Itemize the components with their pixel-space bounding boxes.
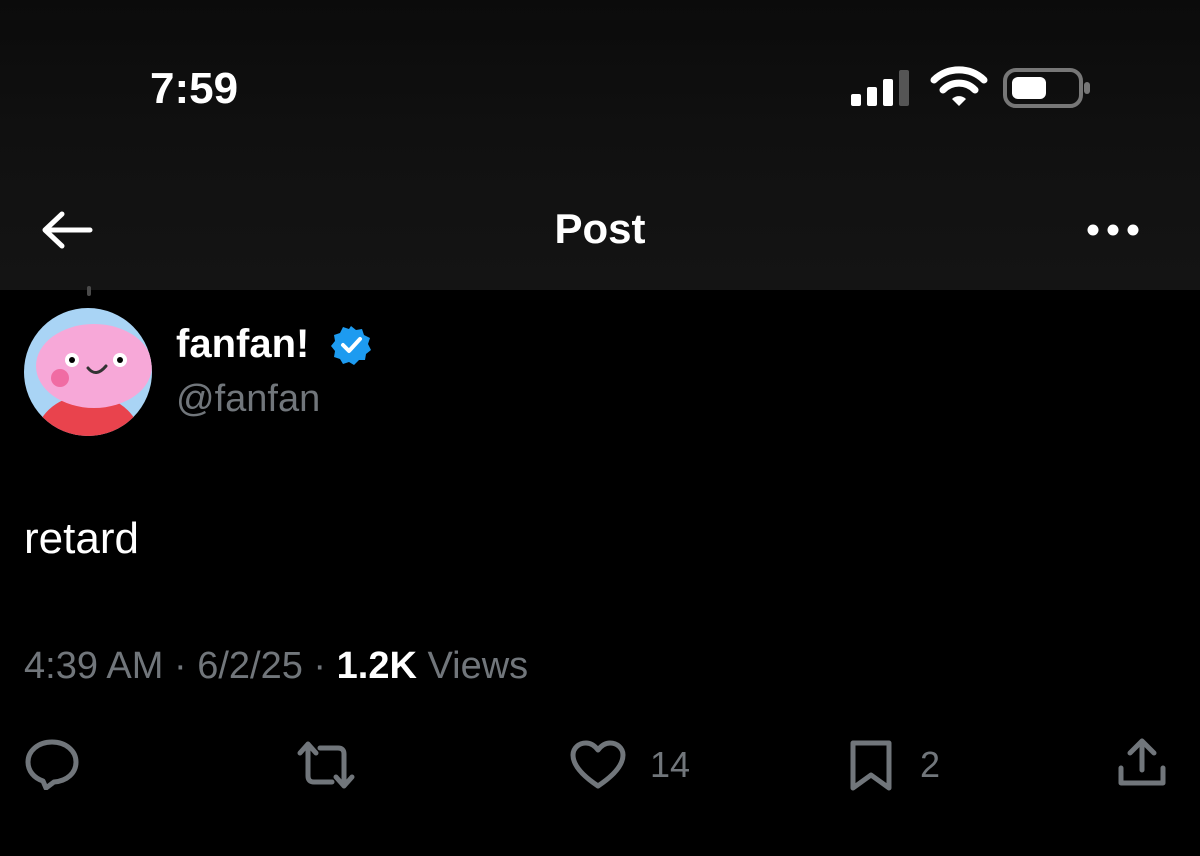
wifi-icon	[930, 66, 988, 106]
post-date: 6/2/25	[197, 645, 303, 687]
battery-icon	[1003, 68, 1090, 108]
reply-button[interactable]	[24, 738, 80, 790]
like-button[interactable]	[570, 740, 626, 790]
heart-icon	[570, 740, 626, 789]
like-count: 14	[650, 744, 691, 785]
views-label: Views	[427, 645, 529, 687]
bookmark-button[interactable]	[848, 738, 894, 792]
user-handle[interactable]: @fanfan	[176, 378, 320, 421]
cellular-signal-icon	[851, 70, 909, 106]
more-horizontal-icon[interactable]	[1086, 215, 1140, 245]
reply-icon	[25, 739, 79, 790]
page-title: Post	[554, 205, 646, 252]
repost-icon	[297, 741, 355, 789]
views-count: 1.2K	[336, 645, 417, 687]
post-time: 4:39 AM	[24, 645, 164, 687]
bookmark-count: 2	[920, 744, 941, 785]
bookmark-icon	[850, 740, 892, 791]
share-button[interactable]	[1116, 736, 1168, 788]
meta-separator: ·	[313, 645, 327, 687]
repost-button[interactable]	[296, 740, 356, 790]
top-bar: 7:59 Post	[0, 0, 1200, 290]
verified-badge-icon	[331, 326, 371, 365]
avatar[interactable]	[24, 308, 152, 436]
post-meta: 4:39 AM · 6/2/25 · 1.2K Views	[24, 645, 528, 688]
share-icon	[1118, 738, 1166, 786]
post-text: retard	[24, 514, 139, 563]
display-name[interactable]: fanfan!	[176, 322, 309, 367]
status-time: 7:59	[150, 64, 239, 113]
pig-avatar-image	[24, 308, 152, 436]
meta-separator: ·	[173, 645, 187, 687]
thread-connector	[87, 286, 91, 296]
